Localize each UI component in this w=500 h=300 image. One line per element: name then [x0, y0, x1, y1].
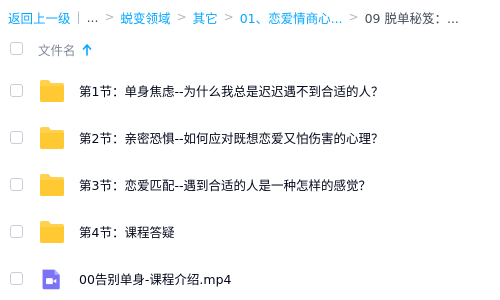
breadcrumb-ellipsis[interactable]: ...: [87, 10, 99, 25]
breadcrumb-item-domain[interactable]: 蜕变领域: [121, 8, 171, 27]
file-browser: 返回上一级 | ... > 蜕变领域 > 其它 > 01、恋爱情商心... > …: [0, 0, 500, 300]
row-checkbox[interactable]: [10, 131, 23, 144]
folder-icon: [40, 127, 64, 149]
breadcrumb-chevron-icon: >: [348, 10, 359, 24]
file-list: 第1节：单身焦虑--为什么我总是迟迟遇不到合适的人？ 第2节：亲密恐惧--如何应…: [0, 72, 500, 300]
row-checkbox[interactable]: [10, 225, 23, 238]
breadcrumb-current: 09 脱单秘笈：...: [364, 10, 459, 26]
breadcrumb-chevron-icon: >: [223, 10, 234, 24]
list-header: 文件名: [0, 38, 500, 60]
breadcrumb-chevron-icon: >: [104, 10, 115, 24]
file-name[interactable]: 第2节：亲密恐惧--如何应对既想恋爱又怕伤害的心理？: [79, 128, 383, 147]
file-name[interactable]: 第3节：恋爱匹配--遇到合适的人是一种怎样的感觉？: [79, 175, 371, 194]
row-checkbox[interactable]: [10, 178, 23, 191]
row-checkbox[interactable]: [10, 272, 23, 285]
folder-icon: [40, 80, 64, 102]
file-name[interactable]: 第1节：单身焦虑--为什么我总是迟迟遇不到合适的人？: [79, 81, 383, 100]
breadcrumb-item-other[interactable]: 其它: [193, 8, 218, 27]
file-row[interactable]: 第1节：单身焦虑--为什么我总是迟迟遇不到合适的人？: [0, 72, 500, 119]
file-row[interactable]: 第3节：恋爱匹配--遇到合适的人是一种怎样的感觉？: [0, 166, 500, 213]
breadcrumb-item-course[interactable]: 01、恋爱情商心...: [240, 8, 343, 27]
video-file-icon: [42, 269, 60, 290]
breadcrumb-chevron-icon: >: [176, 10, 187, 24]
file-row[interactable]: 00告别单身-课程介绍.mp4: [0, 260, 500, 300]
file-name[interactable]: 第4节：课程答疑: [79, 222, 174, 241]
file-name[interactable]: 00告别单身-课程介绍.mp4: [79, 269, 231, 288]
folder-icon: [40, 174, 64, 196]
file-row[interactable]: 第4节：课程答疑: [0, 213, 500, 260]
row-checkbox[interactable]: [10, 84, 23, 97]
column-header-filename[interactable]: 文件名: [38, 40, 92, 59]
back-link[interactable]: 返回上一级: [8, 8, 71, 27]
file-row[interactable]: 第2节：亲密恐惧--如何应对既想恋爱又怕伤害的心理？: [0, 119, 500, 166]
column-header-label: 文件名: [38, 43, 76, 58]
breadcrumb: 返回上一级 | ... > 蜕变领域 > 其它 > 01、恋爱情商心... > …: [8, 7, 459, 27]
folder-icon: [40, 221, 64, 243]
sort-ascending-icon[interactable]: [82, 43, 92, 56]
breadcrumb-separator: |: [76, 10, 81, 24]
select-all-checkbox[interactable]: [10, 42, 23, 55]
